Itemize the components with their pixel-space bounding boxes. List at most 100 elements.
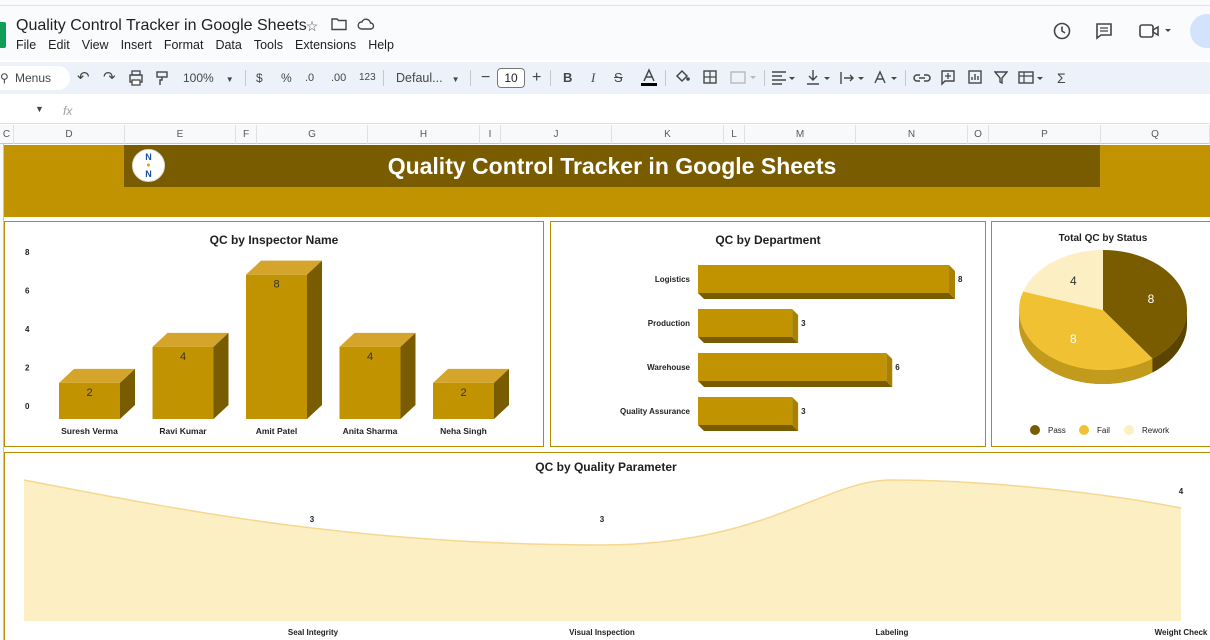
- parameter-area-chart: 3 3 4 Seal Integrity Visual Inspection Labeli…: [23, 479, 1208, 637]
- merge-cells-icon[interactable]: [730, 62, 758, 94]
- comments-icon[interactable]: [1094, 21, 1114, 46]
- legend-label: Pass: [1048, 426, 1066, 435]
- paint-format-icon[interactable]: [155, 62, 169, 94]
- borders-icon[interactable]: [702, 62, 718, 94]
- pie-data-label: 4: [1070, 274, 1077, 288]
- insert-link-icon[interactable]: [913, 62, 931, 94]
- star-icon[interactable]: ☆: [303, 17, 321, 35]
- sheets-logo-icon[interactable]: [0, 22, 6, 48]
- more-formats-button[interactable]: 123: [359, 62, 376, 94]
- bar: [698, 309, 793, 337]
- chevron-down-icon: ▼: [451, 75, 460, 84]
- increase-decimal-button[interactable]: .00: [331, 62, 346, 94]
- column-header[interactable]: E: [125, 125, 236, 144]
- y-tick-label: 6: [25, 286, 30, 295]
- column-header[interactable]: Q: [1101, 125, 1210, 144]
- menu-tools[interactable]: Tools: [248, 38, 289, 52]
- menu-extensions[interactable]: Extensions: [289, 38, 362, 52]
- italic-button[interactable]: I: [591, 62, 595, 94]
- cloud-saved-icon[interactable]: [357, 17, 375, 35]
- increase-font-size-icon[interactable]: +: [532, 62, 541, 94]
- insert-comment-icon[interactable]: [940, 62, 956, 94]
- menu-format[interactable]: Format: [158, 38, 210, 52]
- column-headers: C D E F G H I J K L M N O P Q: [0, 125, 1210, 144]
- toolbar-separator: [470, 70, 471, 86]
- data-label: 6: [895, 363, 900, 372]
- redo-icon[interactable]: ↷: [103, 62, 116, 94]
- column-header[interactable]: L: [724, 125, 745, 144]
- filter-views-icon[interactable]: [1018, 62, 1048, 94]
- column-header[interactable]: N: [856, 125, 968, 144]
- browser-divider: [0, 5, 1210, 6]
- menu-file[interactable]: File: [10, 38, 42, 52]
- data-label: 3: [600, 515, 605, 524]
- format-currency-button[interactable]: $: [256, 62, 263, 94]
- x-category-label: Amit Patel: [256, 426, 298, 436]
- column-header[interactable]: J: [501, 125, 612, 144]
- menu-help[interactable]: Help: [362, 38, 400, 52]
- bar: [698, 397, 793, 425]
- y-category-label: Production: [648, 319, 690, 328]
- toolbar-separator: [383, 70, 384, 86]
- menu-insert[interactable]: Insert: [115, 38, 158, 52]
- data-label: 3: [801, 407, 806, 416]
- chart-panel-status[interactable]: Total QC by Status 8 8 4 Pass Fail Rework: [991, 221, 1210, 447]
- undo-icon[interactable]: ↶: [77, 62, 90, 94]
- menu-data[interactable]: Data: [209, 38, 247, 52]
- version-history-icon[interactable]: [1052, 21, 1072, 46]
- search-menus-button[interactable]: ⚲ Menus: [0, 66, 70, 90]
- bold-button[interactable]: B: [563, 62, 572, 94]
- column-header[interactable]: P: [989, 125, 1101, 144]
- text-rotation-icon[interactable]: [873, 62, 901, 94]
- data-label: 4: [367, 351, 373, 363]
- column-header[interactable]: K: [612, 125, 724, 144]
- area-fill: [24, 480, 1181, 621]
- bar-side: [213, 332, 229, 419]
- toolbar-separator: [905, 70, 906, 86]
- column-header[interactable]: F: [236, 125, 257, 144]
- decrease-decimal-button[interactable]: .0: [305, 62, 314, 94]
- column-header[interactable]: G: [257, 125, 368, 144]
- chart-panel-department[interactable]: QC by Department 8 Logistics 3 Production 6 W…: [550, 221, 986, 447]
- strikethrough-icon[interactable]: S: [614, 62, 623, 94]
- meet-video-icon[interactable]: [1138, 21, 1174, 46]
- functions-icon[interactable]: Σ: [1057, 62, 1066, 94]
- column-header[interactable]: I: [480, 125, 501, 144]
- status-pie-chart: 8 8 4 Pass Fail Rework: [1019, 250, 1187, 435]
- print-icon[interactable]: [128, 62, 144, 94]
- inspector-bar-chart: 0 2 4 6 8 2 Suresh Verma 4 Ravi Kumar 8 Amit Patel…: [25, 248, 509, 436]
- company-logo: N ● N: [132, 149, 165, 182]
- font-size-input[interactable]: 10: [497, 68, 525, 88]
- format-percent-button[interactable]: %: [281, 62, 292, 94]
- zoom-select[interactable]: 100% ▼: [183, 62, 234, 94]
- font-family-select[interactable]: Defaul... ▼: [396, 62, 459, 94]
- bar-bottom: [698, 381, 893, 387]
- column-header[interactable]: C: [0, 125, 14, 144]
- horizontal-align-icon[interactable]: [771, 62, 799, 94]
- document-title[interactable]: Quality Control Tracker in Google Sheets: [16, 17, 307, 35]
- column-header[interactable]: D: [14, 125, 125, 144]
- pie-data-label: 8: [1070, 332, 1077, 346]
- column-header[interactable]: M: [745, 125, 856, 144]
- decrease-font-size-icon[interactable]: −: [481, 62, 490, 94]
- text-wrapping-icon[interactable]: [840, 62, 868, 94]
- vertical-align-icon[interactable]: [806, 62, 834, 94]
- bar: [698, 353, 887, 381]
- chart-panel-parameter[interactable]: QC by Quality Parameter 3 3 4 Seal Integrit…: [4, 452, 1210, 640]
- column-header[interactable]: O: [968, 125, 989, 144]
- name-box-chevron-icon[interactable]: ▼: [35, 104, 44, 114]
- column-header[interactable]: H: [368, 125, 480, 144]
- menu-edit[interactable]: Edit: [42, 38, 76, 52]
- insert-chart-icon[interactable]: [967, 62, 983, 94]
- filter-icon[interactable]: [993, 62, 1009, 94]
- dashboard-title: Quality Control Tracker in Google Sheets: [387, 153, 837, 179]
- text-color-icon[interactable]: [640, 62, 658, 94]
- fill-color-icon[interactable]: [674, 62, 690, 94]
- menu-view[interactable]: View: [76, 38, 115, 52]
- move-folder-icon[interactable]: [330, 17, 348, 35]
- bar: [246, 274, 307, 419]
- x-category-label: Visual Inspection: [569, 628, 635, 637]
- legend-swatch: [1079, 425, 1089, 435]
- chart-panel-inspector[interactable]: QC by Inspector Name 0 2 4 6 8 2 Suresh Verma 4…: [4, 221, 544, 447]
- bar-side: [792, 397, 799, 431]
